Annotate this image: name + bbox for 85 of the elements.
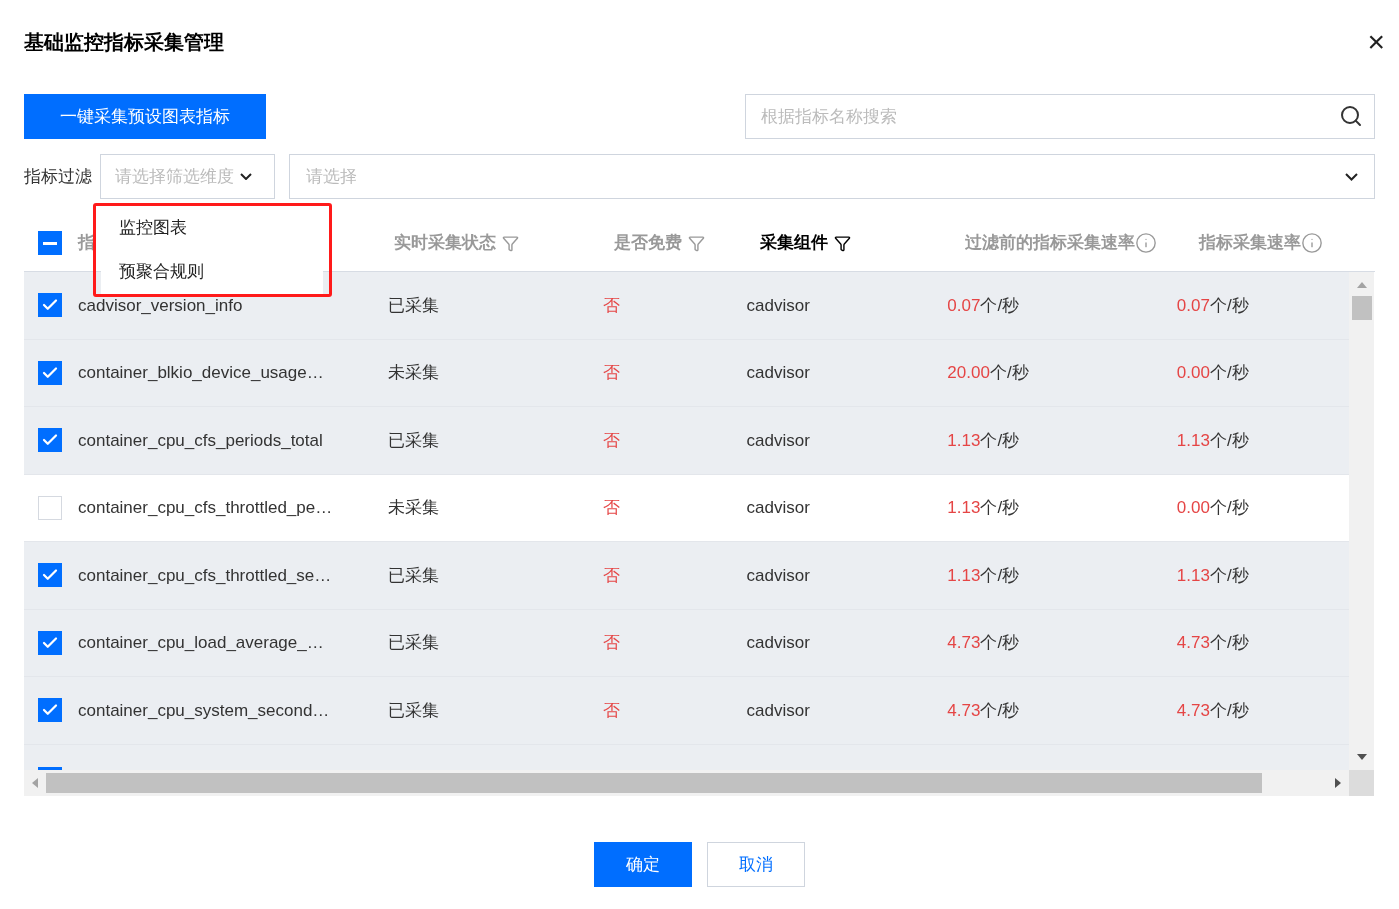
- status-text: 未采集: [387, 498, 439, 517]
- scroll-left-icon[interactable]: [32, 778, 38, 788]
- status-text: 已采集: [387, 295, 439, 315]
- component-text: cadvisor: [746, 498, 810, 517]
- filter-icon[interactable]: [834, 234, 852, 252]
- column-header: 是否免费: [613, 232, 682, 255]
- rate-text: 4.73个/秒: [947, 700, 1020, 720]
- rate-text: 4.73个/秒: [1176, 700, 1249, 720]
- close-button[interactable]: ×: [1367, 27, 1385, 57]
- status-text: 已采集: [387, 565, 439, 585]
- component-text: cadvisor: [746, 633, 810, 652]
- search-icon[interactable]: [1339, 104, 1363, 128]
- checkbox[interactable]: [38, 698, 62, 723]
- scroll-down-icon[interactable]: [1356, 754, 1367, 760]
- column-header: 实时采集状态: [394, 232, 497, 255]
- table-row[interactable]: container_cpu_load_average_… 已采集 否 cadvisor 4.73个/秒 4.73个/秒: [24, 609, 1349, 677]
- free-text: 否: [603, 633, 621, 652]
- component-text: cadvisor: [746, 295, 810, 315]
- status-text: 未采集: [387, 363, 439, 382]
- rate-text: 0.00个/秒: [1176, 363, 1249, 382]
- status-text: 已采集: [387, 430, 439, 450]
- free-text: 否: [603, 565, 621, 585]
- rate-text: 0.00个/秒: [1176, 498, 1249, 517]
- free-text: 否: [603, 430, 621, 450]
- vertical-scrollbar[interactable]: [1349, 272, 1374, 770]
- scroll-thumb[interactable]: [1351, 296, 1372, 320]
- checkbox[interactable]: [38, 231, 62, 255]
- rate-text: 4.73个/秒: [947, 633, 1020, 652]
- metric-name: cadvisor_version_info: [78, 295, 243, 315]
- metric-name: container_cpu_cfs_throttled_se…: [78, 565, 332, 585]
- table-row[interactable]: container_cpu_cfs_periods_total 已采集 否 cadvisor 1.13个/秒 1.13个/秒: [24, 407, 1349, 475]
- metric-name: container_cpu_load_average_…: [78, 633, 324, 652]
- chevron-icon: [1345, 172, 1358, 181]
- info-icon[interactable]: [1301, 232, 1324, 254]
- scroll-right-icon[interactable]: [1335, 778, 1341, 788]
- info-icon[interactable]: [1135, 232, 1158, 254]
- rate-text: 0.07个/秒: [947, 295, 1020, 315]
- metric-name: container_cpu_cfs_periods_total: [78, 430, 323, 450]
- table-row[interactable]: container_cpu_cfs_throttled_se… 已采集 否 cadvisor 1.13个/秒 1.13个/秒: [24, 542, 1349, 610]
- component-text: cadvisor: [746, 700, 810, 720]
- table-row[interactable]: container_cpu_system_second… 已采集 否 cadvisor 4.73个/秒 4.73个/秒: [24, 677, 1349, 745]
- checkbox[interactable]: [38, 766, 62, 770]
- rate-text: 1.13个/秒: [947, 498, 1020, 517]
- rate-text: 1.13个/秒: [947, 565, 1020, 585]
- search-field[interactable]: 根据指标名称搜索: [745, 94, 1375, 139]
- status-text: 已采集: [387, 633, 439, 652]
- rate-text: 1.13个/秒: [947, 430, 1020, 450]
- checkbox[interactable]: [38, 428, 62, 453]
- component-text: cadvisor: [746, 565, 810, 585]
- scroll-thumb[interactable]: [46, 773, 1262, 793]
- column-header: 采集组件: [760, 232, 829, 255]
- chevron-icon: [240, 173, 252, 180]
- dropdown-item[interactable]: 监控图表: [101, 206, 323, 250]
- horizontal-scrollbar[interactable]: [24, 770, 1349, 796]
- component-text: cadvisor: [746, 430, 810, 450]
- column-header: 过滤前的指标采集速率: [965, 232, 1136, 255]
- free-text: 否: [603, 498, 621, 517]
- confirm-button[interactable]: 确定: [594, 842, 692, 887]
- table-row[interactable]: container_blkio_device_usage… 未采集 否 cadvisor 20.00个/秒 0.00个/秒: [24, 339, 1349, 407]
- metric-name: container_cpu_system_second…: [78, 700, 330, 720]
- free-text: 否: [603, 295, 621, 315]
- checkbox[interactable]: [38, 360, 62, 385]
- rate-text: 1.13个/秒: [1176, 430, 1249, 450]
- free-text: 否: [603, 700, 621, 720]
- checkbox[interactable]: [38, 630, 62, 655]
- checkbox[interactable]: [38, 293, 62, 318]
- metric-name: container_cpu_cfs_throttled_pe…: [78, 498, 333, 517]
- scroll-up-icon[interactable]: [1356, 282, 1367, 288]
- column-header: 指标采集速率: [1199, 232, 1302, 255]
- checkbox[interactable]: [38, 563, 62, 588]
- scrollbar-corner: [1349, 770, 1374, 796]
- dialog-title: 基础监控指标采集管理: [24, 30, 224, 55]
- component-text: cadvisor: [746, 363, 810, 382]
- rate-text: 0.07个/秒: [1176, 295, 1249, 315]
- collect-button[interactable]: 一键采集预设图表指标: [24, 94, 266, 139]
- status-text: 已采集: [387, 700, 439, 720]
- minus-icon: [43, 241, 57, 245]
- cancel-button[interactable]: 取消: [707, 842, 805, 887]
- rate-text: 4.73个/秒: [1176, 633, 1249, 652]
- rate-text: 20.00个/秒: [947, 363, 1029, 382]
- free-text: 否: [603, 363, 621, 382]
- metric-name: container_blkio_device_usage…: [78, 363, 324, 382]
- filter-label: 指标过滤: [24, 165, 92, 188]
- rate-text: 1.13个/秒: [1176, 565, 1249, 585]
- checkbox[interactable]: [38, 495, 62, 520]
